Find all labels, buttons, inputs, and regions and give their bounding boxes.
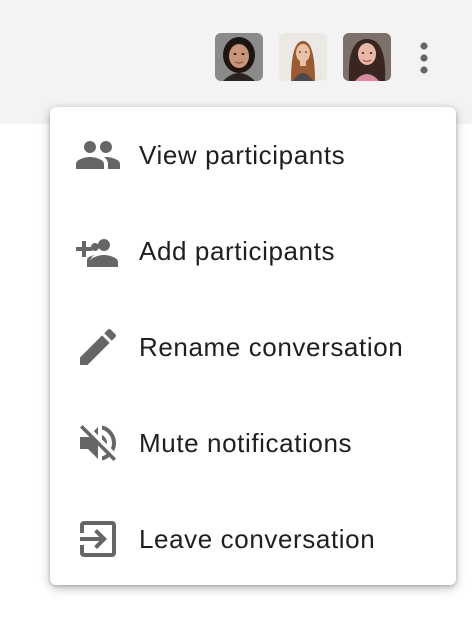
add-people-icon (74, 227, 122, 275)
menu-item-label: Leave conversation (139, 523, 376, 554)
menu-item-rename-conversation[interactable]: Rename conversation (50, 299, 456, 395)
menu-item-label: Mute notifications (139, 427, 353, 458)
avatar[interactable] (215, 33, 263, 81)
avatar[interactable] (279, 33, 327, 81)
conversation-options-menu: View participants Add participants Renam… (50, 107, 456, 585)
menu-item-label: Add participants (139, 235, 336, 266)
people-icon (74, 131, 122, 179)
menu-item-label: Rename conversation (139, 331, 404, 362)
more-options-button[interactable] (408, 38, 440, 78)
menu-item-view-participants[interactable]: View participants (50, 107, 456, 203)
menu-item-add-participants[interactable]: Add participants (50, 203, 456, 299)
conversation-header (0, 0, 472, 124)
menu-item-mute-notifications[interactable]: Mute notifications (50, 395, 456, 491)
more-vert-icon (420, 42, 428, 74)
menu-item-label: View participants (139, 139, 346, 170)
volume-off-icon (74, 419, 122, 467)
pencil-icon (74, 323, 122, 371)
avatar[interactable] (343, 33, 391, 81)
participant-avatars (215, 33, 391, 81)
exit-icon (74, 515, 122, 563)
menu-item-leave-conversation[interactable]: Leave conversation (50, 491, 456, 587)
